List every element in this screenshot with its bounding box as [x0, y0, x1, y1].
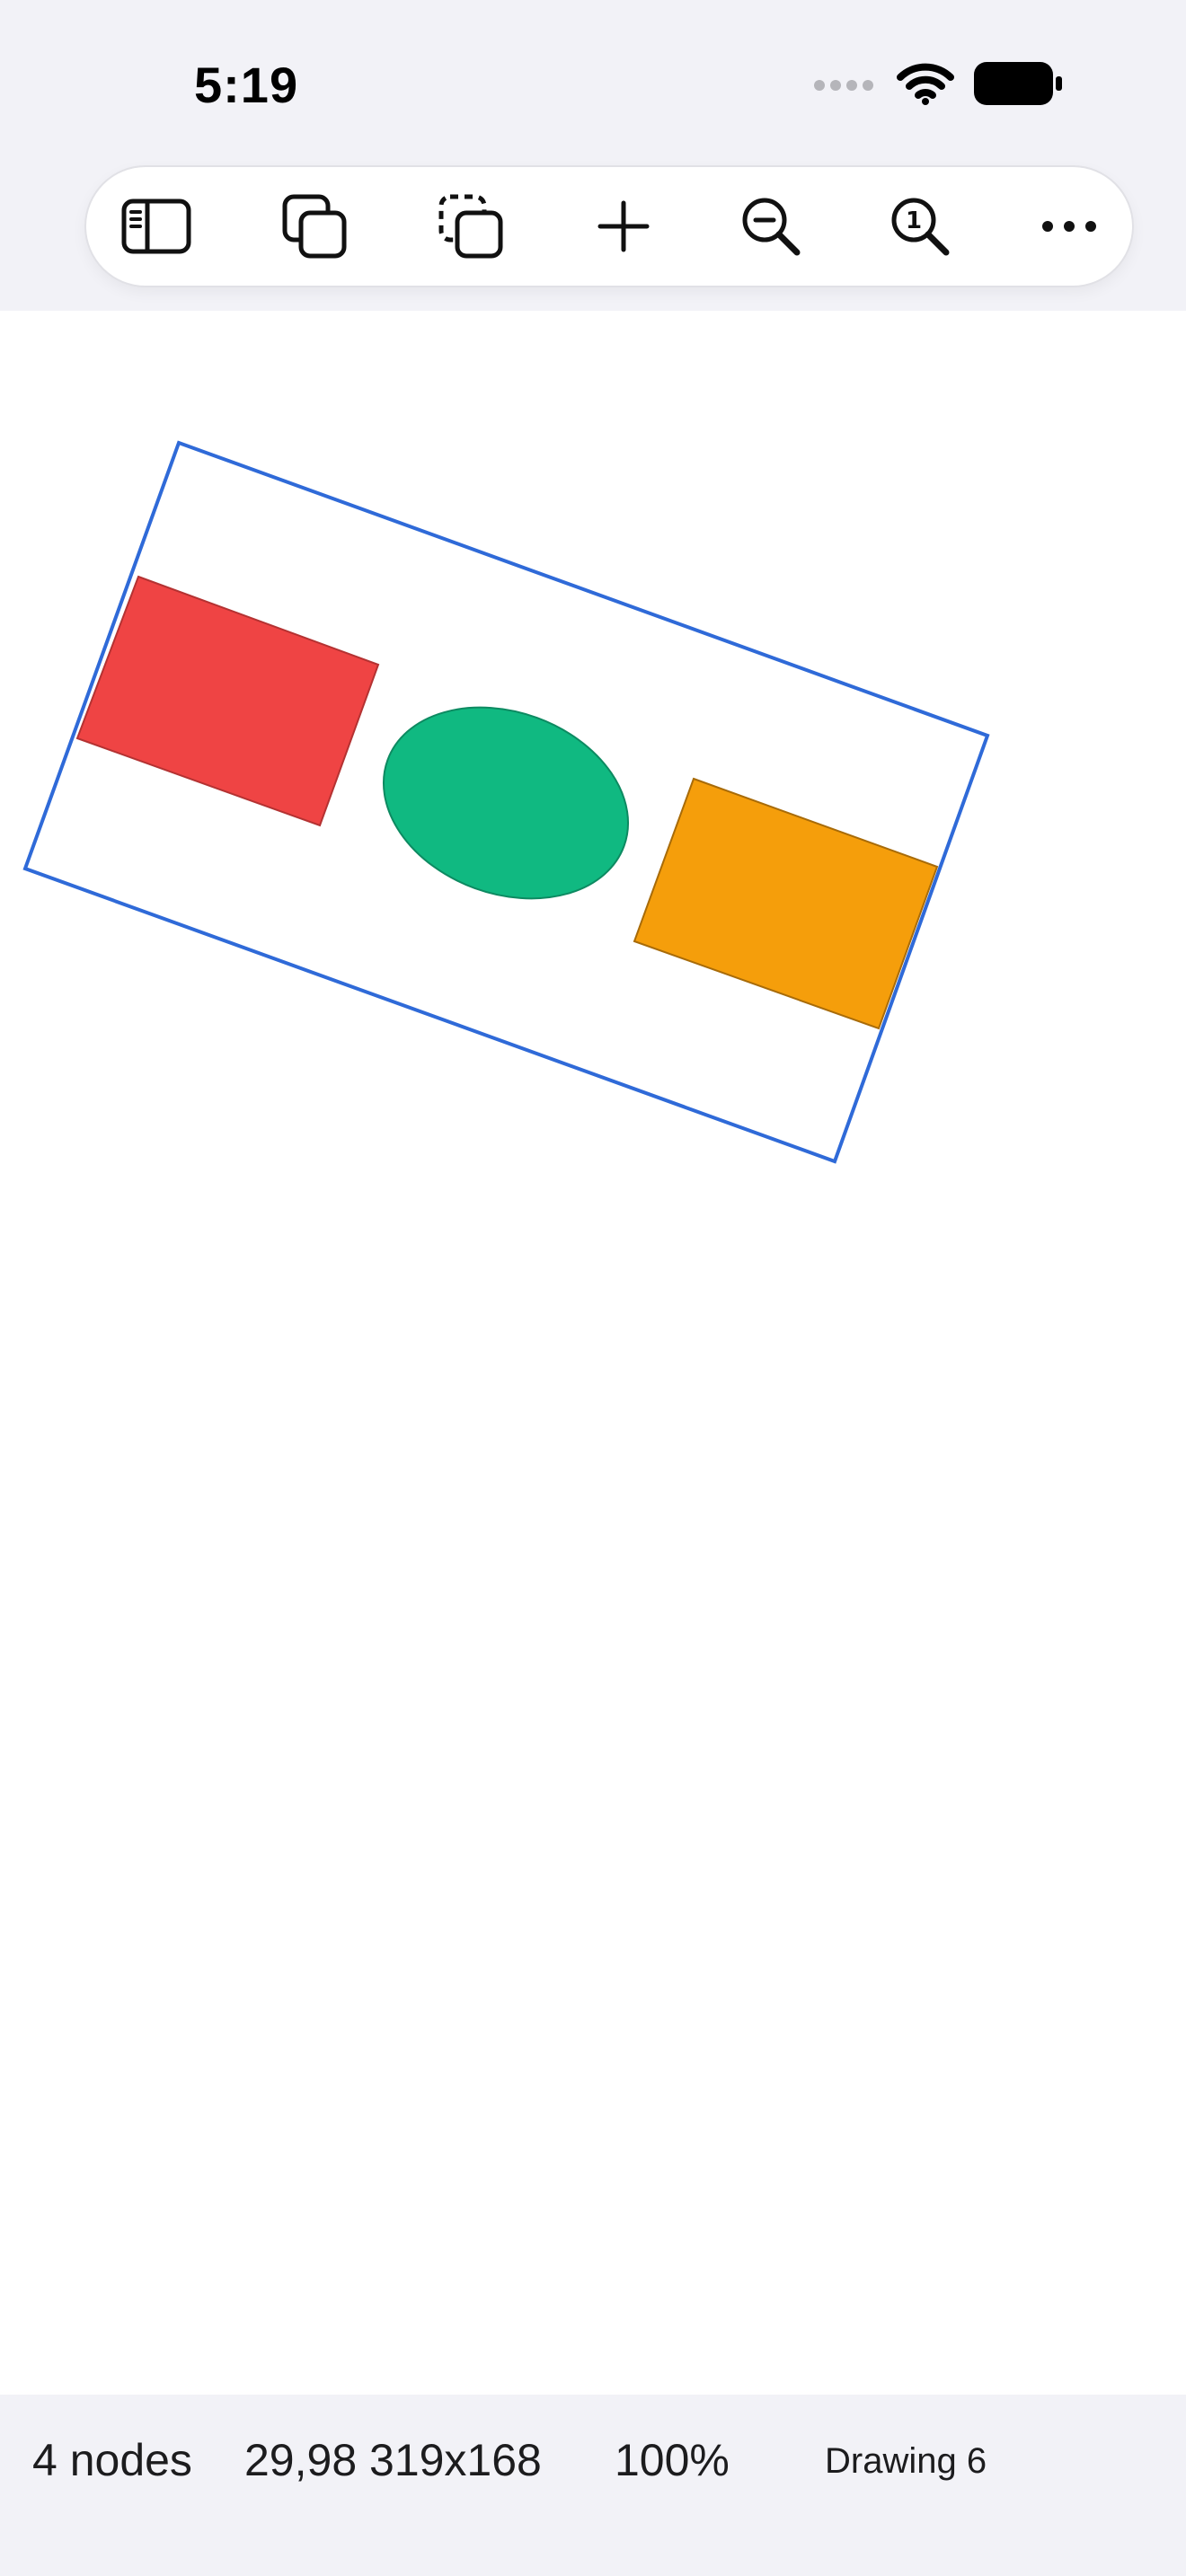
wifi-icon [897, 61, 954, 110]
shape-rectangle-orange[interactable] [633, 777, 939, 1030]
top-bar: 5:19 1 [0, 0, 1186, 311]
plus-icon [595, 198, 652, 255]
drawing-canvas[interactable] [0, 311, 1186, 2395]
canvas-svg [22, 440, 990, 1164]
zoom-out-icon [739, 195, 802, 258]
battery-icon [974, 62, 1062, 110]
zoom-one-icon: 1 [889, 195, 951, 258]
document-name-label: Drawing 6 [825, 2441, 987, 2481]
toolbar: 1 [86, 167, 1132, 286]
sidebar-icon [120, 198, 192, 255]
zoom-one-glyph: 1 [906, 207, 922, 234]
more-button[interactable] [1026, 183, 1112, 269]
duplicate-icon [281, 193, 348, 260]
node-count-label: 4 nodes [32, 2435, 192, 2485]
duplicate-button[interactable] [271, 183, 358, 269]
status-icons [812, 61, 1062, 110]
shape-rectangle-red[interactable] [75, 575, 380, 827]
add-node-button[interactable] [580, 183, 667, 269]
copy-selection-button[interactable] [428, 183, 514, 269]
cellular-signal-icon [812, 73, 877, 99]
status-time: 5:19 [194, 57, 299, 113]
sidebar-toggle-button[interactable] [113, 183, 199, 269]
shape-ellipse-green[interactable] [357, 675, 655, 931]
zoom-level-label: 100% [615, 2435, 730, 2485]
status-footer: 4 nodes 29,98 319x168 100% Drawing 6 [0, 2395, 1186, 2576]
position-size-label: 29,98 319x168 [244, 2435, 542, 2485]
zoom-actual-size-button[interactable]: 1 [877, 183, 963, 269]
zoom-out-button[interactable] [728, 183, 814, 269]
ellipsis-icon [1040, 217, 1098, 235]
dashed-copy-icon [438, 193, 504, 260]
